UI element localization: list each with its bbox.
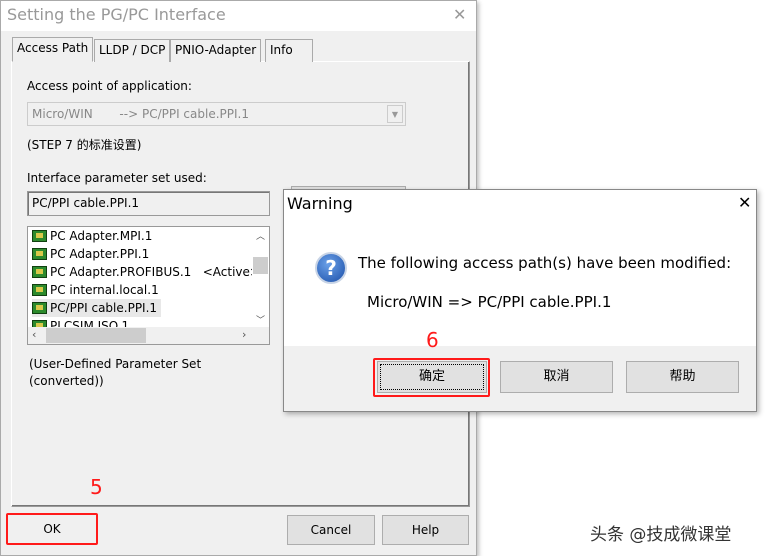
adapter-icon	[32, 284, 47, 296]
adapter-icon	[32, 230, 47, 242]
list-item[interactable]: PC internal.local.1	[32, 281, 159, 299]
adapter-icon	[32, 248, 47, 260]
title-bar: Setting the PG/PC Interface ✕	[1, 1, 476, 31]
confirm-button[interactable]: 确定	[377, 361, 487, 393]
list-item[interactable]: PLCSIM.ISO.1	[32, 317, 129, 327]
list-item[interactable]: PC Adapter.MPI.1	[32, 227, 152, 245]
list-item-selected[interactable]: PC/PPI cable.PPI.1	[32, 299, 162, 317]
cancel-button[interactable]: 取消	[500, 361, 613, 393]
tab-pnio-adapter[interactable]: PNIO-Adapter	[170, 39, 262, 62]
scroll-thumb-horizontal[interactable]	[46, 328, 146, 343]
description-line1: (User-Defined Parameter Set	[29, 357, 202, 371]
adapter-icon	[32, 302, 47, 314]
close-icon[interactable]: ✕	[738, 193, 751, 212]
close-icon[interactable]: ✕	[453, 5, 466, 24]
tab-info[interactable]: Info	[265, 39, 313, 62]
warning-dialog: Warning ✕ ? The following access path(s)…	[283, 189, 757, 412]
horizontal-scrollbar[interactable]: ‹ ›	[28, 327, 269, 344]
param-set-field[interactable]: PC/PPI cable.PPI.1	[27, 191, 270, 216]
watermark: 头条 @技成微课堂	[590, 525, 732, 545]
warning-message: The following access path(s) have been m…	[358, 254, 732, 272]
access-point-note: (STEP 7 的标准设置)	[27, 138, 142, 152]
adapter-icon	[32, 320, 47, 327]
warning-detail: Micro/WIN => PC/PPI cable.PPI.1	[367, 293, 612, 311]
step-5-annotation: 5	[90, 475, 103, 499]
tab-lldp-dcp[interactable]: LLDP / DCP	[94, 39, 171, 62]
question-icon: ?	[315, 252, 347, 284]
access-point-select[interactable]: Micro/WIN --> PC/PPI cable.PPI.1 ▼	[27, 102, 406, 126]
scroll-down-icon[interactable]: ﹀	[256, 313, 265, 326]
step-6-annotation: 6	[426, 328, 439, 352]
param-set-label: Interface parameter set used:	[27, 171, 207, 185]
chevron-down-icon[interactable]: ▼	[387, 105, 403, 123]
param-set-list[interactable]: PC Adapter.MPI.1 PC Adapter.PPI.1 PC Ada…	[27, 226, 270, 345]
help-button[interactable]: Help	[382, 515, 469, 545]
list-item[interactable]: PC Adapter.PPI.1	[32, 245, 149, 263]
help-button[interactable]: 帮助	[626, 361, 739, 393]
adapter-icon	[32, 266, 47, 278]
list-item[interactable]: PC Adapter.PROFIBUS.1 <Active>	[32, 263, 260, 281]
warning-title: Warning	[287, 194, 353, 213]
vertical-scrollbar[interactable]: ︿ ﹀	[252, 227, 269, 327]
access-point-label: Access point of application:	[27, 79, 192, 93]
access-point-value: Micro/WIN --> PC/PPI cable.PPI.1	[32, 107, 249, 121]
cancel-button[interactable]: Cancel	[287, 515, 375, 545]
ok-button[interactable]: OK	[9, 515, 95, 543]
tab-access-path[interactable]: Access Path	[12, 37, 94, 62]
description-line2: (converted))	[29, 374, 104, 388]
scroll-up-icon[interactable]: ︿	[256, 229, 265, 242]
scroll-left-icon[interactable]: ‹	[32, 328, 36, 341]
scroll-thumb[interactable]	[253, 257, 268, 274]
dialog-title: Setting the PG/PC Interface	[7, 5, 226, 24]
scroll-right-icon[interactable]: ›	[242, 328, 246, 341]
